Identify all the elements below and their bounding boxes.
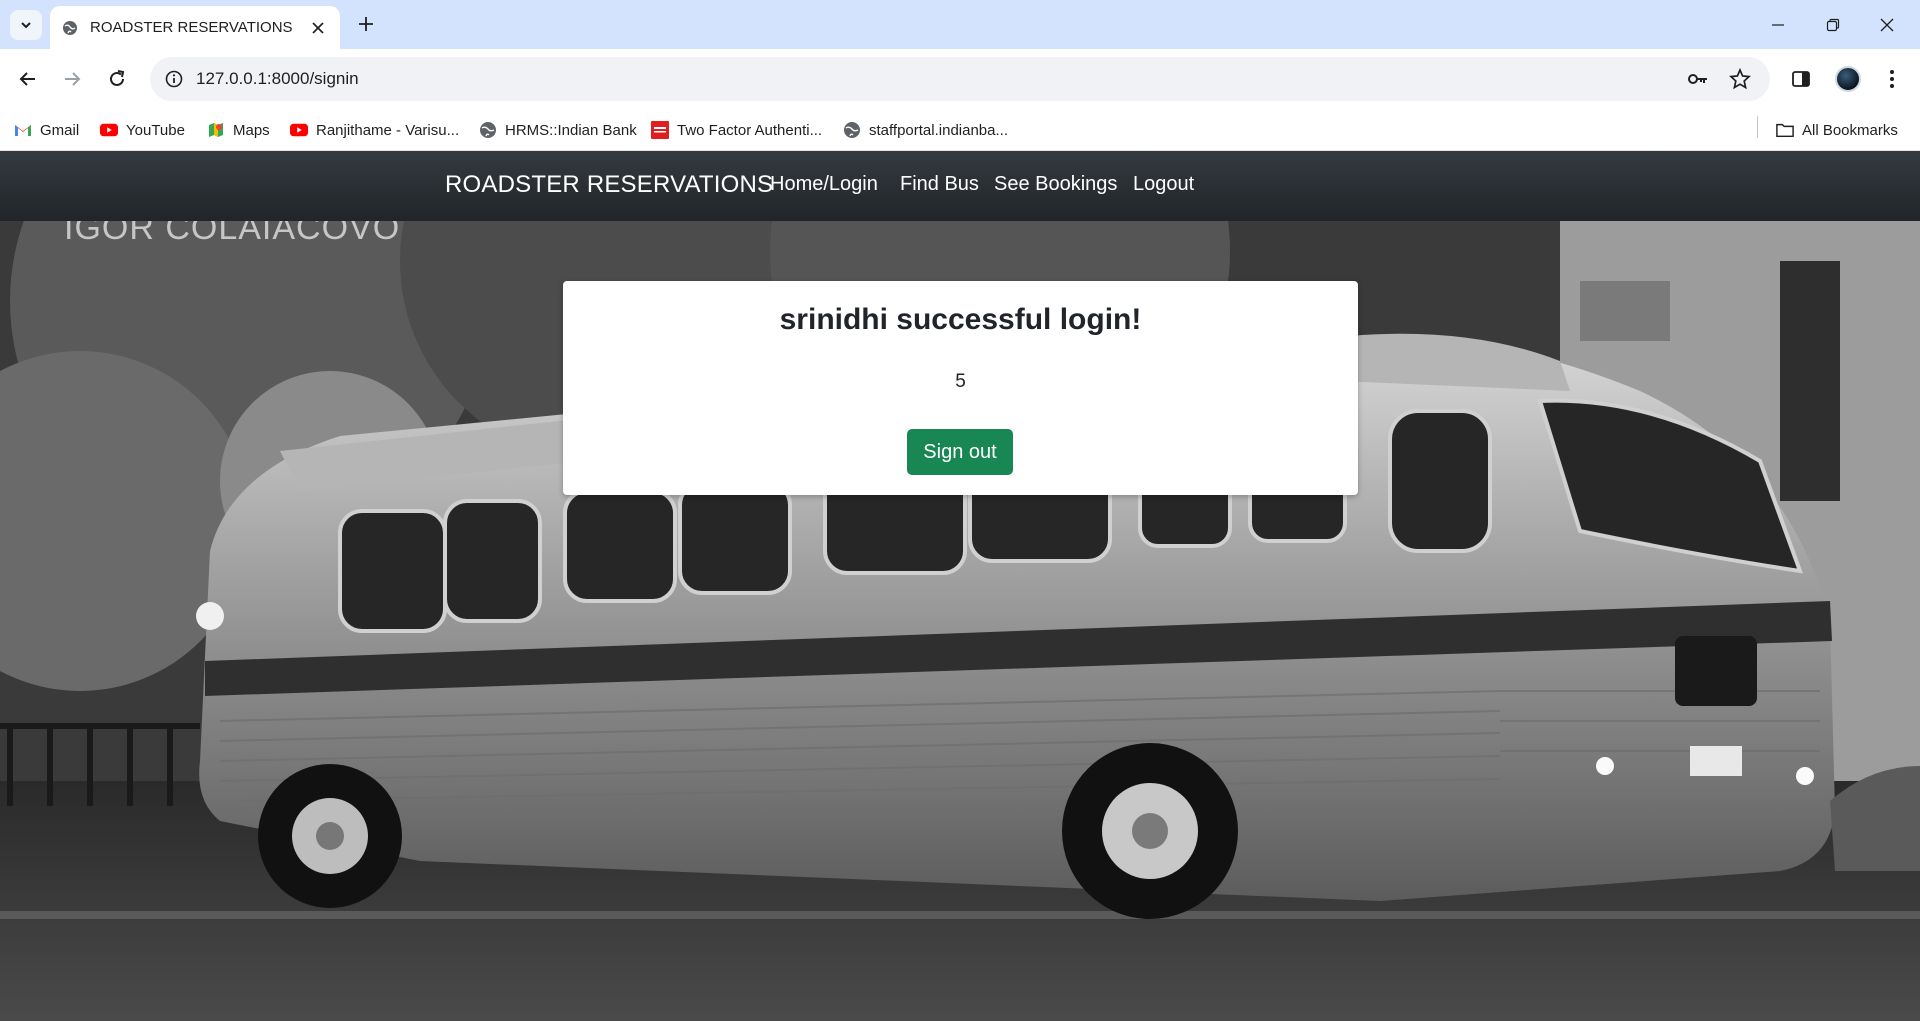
nav-link-see-bookings[interactable]: See Bookings bbox=[994, 173, 1117, 196]
reload-icon bbox=[110, 70, 125, 86]
chevron-down-icon bbox=[21, 22, 31, 29]
arrow-right-icon bbox=[65, 72, 81, 86]
bank-icon bbox=[651, 121, 669, 139]
bookmark-label: YouTube bbox=[126, 121, 185, 139]
bookmark-label: Ranjithame - Varisu... bbox=[316, 121, 460, 139]
nav-link-home-login[interactable]: Home/Login bbox=[770, 173, 878, 196]
bookmark-ranjithame[interactable]: Ranjithame - Varisu... bbox=[290, 119, 459, 141]
globe-icon bbox=[843, 121, 861, 139]
sign-out-button[interactable]: Sign out bbox=[907, 429, 1013, 475]
reload-button[interactable] bbox=[101, 63, 133, 95]
youtube-icon bbox=[100, 121, 118, 139]
minimize-button[interactable] bbox=[1758, 10, 1798, 40]
bookmark-label: Maps bbox=[233, 121, 270, 139]
restore-icon bbox=[1826, 18, 1840, 32]
bookmarks-bar: Gmail YouTube Maps Ranjithame - Varisu..… bbox=[0, 109, 1920, 151]
close-icon bbox=[1880, 18, 1894, 32]
user-id-value: 5 bbox=[955, 371, 966, 392]
nav-link-logout[interactable]: Logout bbox=[1133, 173, 1194, 196]
all-bookmarks-button[interactable]: All Bookmarks bbox=[1776, 119, 1898, 141]
bookmark-maps[interactable]: Maps bbox=[207, 119, 270, 141]
more-vert-icon bbox=[1890, 70, 1894, 88]
bookmark-two-factor[interactable]: Two Factor Authenti... bbox=[651, 119, 822, 141]
profile-avatar[interactable] bbox=[1832, 63, 1864, 95]
maps-icon bbox=[207, 121, 225, 139]
bookmarks-divider bbox=[1757, 116, 1758, 138]
globe-icon bbox=[63, 20, 77, 35]
bookmark-staffportal[interactable]: staffportal.indianba... bbox=[843, 119, 1008, 141]
bookmark-youtube[interactable]: YouTube bbox=[100, 119, 185, 141]
folder-icon bbox=[1776, 121, 1794, 139]
new-tab-button[interactable] bbox=[352, 10, 380, 38]
bookmark-label: HRMS::Indian Bank bbox=[505, 121, 637, 139]
password-key-icon[interactable] bbox=[1686, 67, 1710, 91]
login-success-heading: srinidhi successful login! bbox=[779, 303, 1142, 336]
login-success-card: srinidhi successful login! 5 Sign out bbox=[563, 281, 1358, 495]
bookmark-label: Gmail bbox=[40, 121, 80, 139]
forward-button[interactable] bbox=[56, 63, 88, 95]
bookmark-label: Two Factor Authenti... bbox=[677, 121, 823, 139]
page-viewport: ROADSTER RESERVATIONS Home/Login Find Bu… bbox=[0, 151, 1920, 1021]
site-navbar: ROADSTER RESERVATIONS Home/Login Find Bu… bbox=[0, 151, 1920, 221]
photo-watermark: IGOR COLAIACOVO bbox=[64, 221, 401, 247]
all-bookmarks-label: All Bookmarks bbox=[1802, 121, 1898, 139]
browser-menu-button[interactable] bbox=[1876, 63, 1908, 95]
globe-icon bbox=[479, 121, 497, 139]
back-button[interactable] bbox=[12, 63, 44, 95]
plus-icon bbox=[359, 17, 373, 31]
arrow-left-icon bbox=[19, 72, 35, 86]
site-info-icon[interactable] bbox=[162, 67, 186, 91]
tab-search-button[interactable] bbox=[10, 10, 42, 40]
youtube-icon bbox=[290, 121, 308, 139]
side-panel-icon bbox=[1792, 71, 1810, 87]
gmail-icon bbox=[14, 121, 32, 139]
nav-link-find-bus[interactable]: Find Bus bbox=[900, 173, 979, 196]
bookmark-star-icon[interactable] bbox=[1728, 67, 1752, 91]
tab-title: ROADSTER RESERVATIONS bbox=[90, 19, 293, 36]
browser-toolbar: 127.0.0.1:8000/signin bbox=[0, 49, 1920, 109]
bookmark-gmail[interactable]: Gmail bbox=[14, 119, 79, 141]
address-bar[interactable]: 127.0.0.1:8000/signin bbox=[150, 57, 1770, 101]
site-brand[interactable]: ROADSTER RESERVATIONS bbox=[445, 171, 773, 199]
close-window-button[interactable] bbox=[1867, 10, 1907, 40]
active-tab[interactable]: ROADSTER RESERVATIONS bbox=[50, 6, 340, 49]
bookmark-label: staffportal.indianba... bbox=[869, 121, 1008, 139]
bookmark-hrms[interactable]: HRMS::Indian Bank bbox=[479, 119, 637, 141]
restore-button[interactable] bbox=[1813, 10, 1853, 40]
close-tab-icon[interactable] bbox=[308, 18, 328, 38]
minimize-icon bbox=[1772, 24, 1784, 26]
side-panel-button[interactable] bbox=[1785, 63, 1817, 95]
url-text: 127.0.0.1:8000/signin bbox=[196, 69, 359, 88]
tab-strip: ROADSTER RESERVATIONS bbox=[0, 0, 1920, 49]
avatar bbox=[1835, 66, 1861, 92]
